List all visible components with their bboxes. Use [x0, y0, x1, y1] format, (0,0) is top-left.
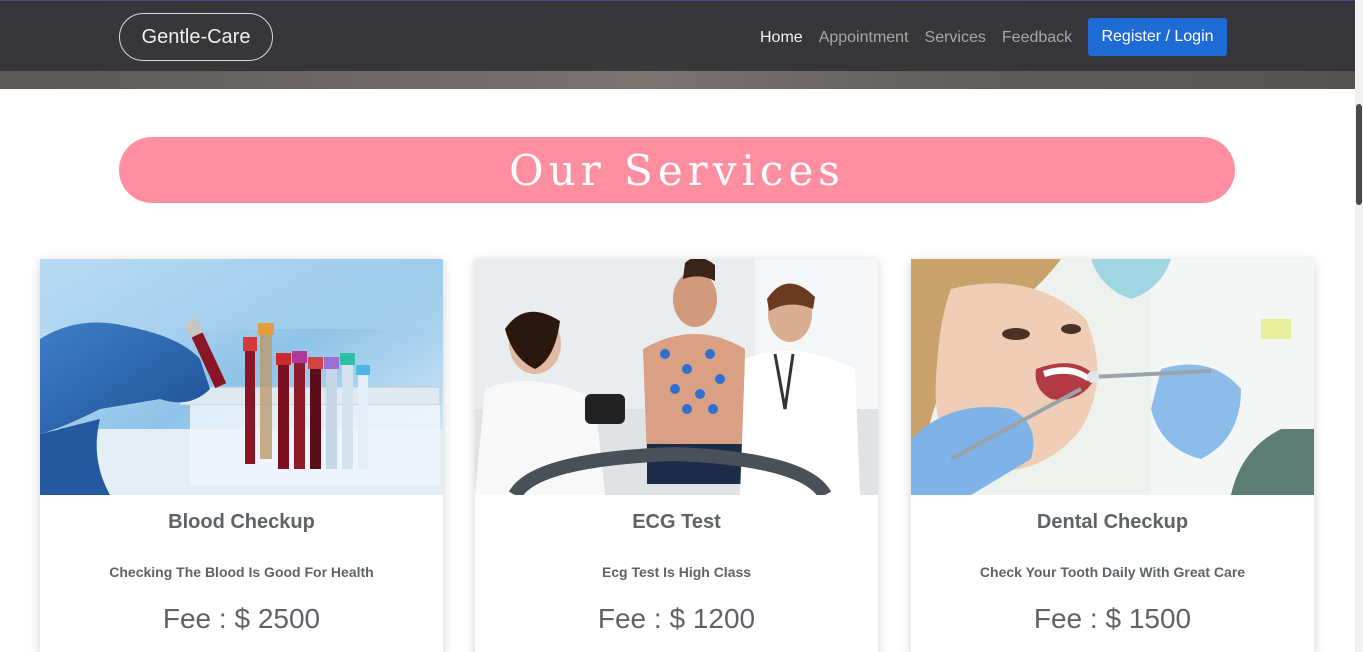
scrollbar-track[interactable]	[1355, 0, 1363, 652]
navbar: Gentle-Care Home Appointment Services Fe…	[0, 0, 1355, 71]
card-fee: Fee : $ 1200	[597, 603, 756, 634]
dental-checkup-photo	[911, 259, 1314, 495]
nav-link-services[interactable]: Services	[925, 29, 986, 47]
service-card-dental-checkup[interactable]: Dental Checkup Check Your Tooth Daily Wi…	[911, 259, 1314, 652]
card-fee: Fee : $ 1500	[1033, 603, 1192, 634]
card-title: Dental Checkup	[1036, 511, 1189, 533]
page: Gentle-Care Home Appointment Services Fe…	[0, 0, 1363, 652]
service-card-ecg-test[interactable]: ECG Test Ecg Test Is High Class Fee : $ …	[475, 259, 878, 652]
card-title: Blood Checkup	[168, 511, 315, 533]
card-fee: Fee : $ 2500	[162, 603, 321, 634]
services-banner: Our Services	[119, 137, 1235, 203]
card-description: Ecg Test Is High Class	[601, 564, 752, 580]
card-description: Checking The Blood Is Good For Health	[109, 564, 374, 580]
service-card-blood-checkup[interactable]: Blood Checkup Checking The Blood Is Good…	[40, 259, 443, 652]
nav-link-home[interactable]: Home	[760, 29, 803, 47]
nav-link-feedback[interactable]: Feedback	[1002, 29, 1072, 47]
ecg-test-photo	[475, 259, 878, 495]
card-description: Check Your Tooth Daily With Great Care	[979, 564, 1246, 580]
section-title: Our Services	[509, 145, 845, 195]
blood-test-tubes-photo	[40, 259, 443, 495]
nav-links: Home Appointment Services Feedback	[760, 26, 1088, 50]
register-login-button[interactable]: Register / Login	[1088, 18, 1227, 56]
brand-logo-button[interactable]: Gentle-Care	[119, 13, 273, 61]
card-title: ECG Test	[632, 511, 721, 533]
nav-link-appointment[interactable]: Appointment	[819, 29, 909, 47]
scrollbar-thumb[interactable]	[1356, 104, 1362, 205]
